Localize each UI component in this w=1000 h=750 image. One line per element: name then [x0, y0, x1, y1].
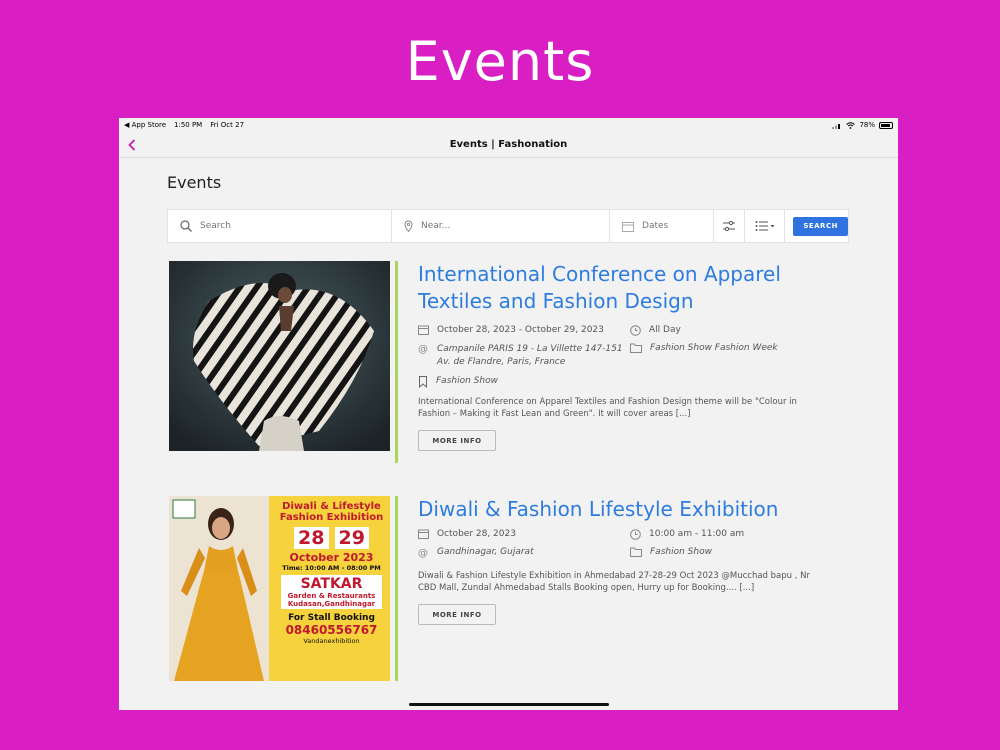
event-tag[interactable]: Fashion Show: [436, 376, 498, 386]
home-indicator[interactable]: [409, 703, 609, 706]
promo-title: Events: [405, 30, 595, 93]
near-field[interactable]: [392, 210, 611, 242]
svg-text:@: @: [418, 548, 428, 558]
at-sign-icon: @: [418, 548, 428, 558]
battery-icon: [879, 121, 893, 129]
poster-time: Time: 10:00 AM - 08:00 PM: [282, 564, 381, 572]
event-description: Diwali & Fashion Lifestyle Exhibition in…: [418, 571, 810, 593]
at-sign-icon: @: [418, 344, 428, 354]
search-icon: [180, 220, 192, 232]
poster-headline: Fashion Exhibition: [279, 512, 384, 523]
wifi-icon: [846, 121, 856, 129]
event-time: All Day: [649, 325, 681, 335]
search-field[interactable]: [168, 210, 392, 242]
chevron-left-icon: [128, 139, 136, 151]
clock-icon: [630, 325, 641, 336]
view-toggle-button[interactable]: [745, 210, 786, 242]
filters-button[interactable]: [714, 210, 746, 242]
page-heading: Events: [167, 173, 222, 192]
bookmark-icon: [419, 376, 427, 388]
event-accent-bar: [395, 496, 398, 681]
event-title[interactable]: International Conference on Apparel Text…: [418, 261, 838, 315]
poster-day: 29: [334, 527, 369, 549]
battery-percent: 78%: [859, 121, 875, 129]
event-title[interactable]: Diwali & Fashion Lifestyle Exhibition: [418, 496, 838, 523]
poster-text: Diwali & Lifestyle Fashion Exhibition 28…: [273, 496, 390, 645]
folder-icon: [630, 547, 642, 557]
event-search-bar: SEARCH: [167, 209, 849, 243]
poster-month: October 2023: [289, 551, 374, 564]
back-button[interactable]: [124, 136, 140, 154]
zebra-dress-photo: [169, 261, 390, 451]
calendar-icon: [418, 325, 429, 335]
nav-title: Events | Fashonation: [449, 139, 568, 150]
search-button[interactable]: SEARCH: [793, 216, 848, 236]
more-info-button[interactable]: MORE INFO: [418, 430, 496, 451]
search-input[interactable]: [200, 221, 350, 231]
poster-venue: SATKAR: [300, 576, 363, 592]
event-details: Diwali & Fashion Lifestyle Exhibition Oc…: [418, 496, 838, 625]
event-date: October 28, 2023 - October 29, 2023: [437, 325, 604, 335]
event-details: International Conference on Apparel Text…: [418, 261, 838, 451]
event-date: October 28, 2023: [437, 529, 516, 539]
poster-booking: For Stall Booking: [288, 613, 375, 623]
status-date: Fri Oct 27: [210, 121, 245, 129]
event-accent-bar: [395, 261, 398, 463]
dates-input[interactable]: [642, 221, 703, 231]
poster-phone: 08460556767: [285, 623, 378, 637]
svg-text:@: @: [418, 344, 428, 354]
event-image[interactable]: Diwali & Lifestyle Fashion Exhibition 28…: [169, 496, 390, 681]
status-bar: ◀ App Store 1:50 PM Fri Oct 27 78%: [119, 118, 898, 132]
poster-headline: Diwali & Lifestyle: [282, 501, 381, 512]
event-time: 10:00 am - 11:00 am: [649, 529, 745, 539]
status-time: 1:50 PM: [174, 121, 203, 129]
calendar-icon: [418, 529, 429, 539]
dates-field[interactable]: [610, 210, 714, 242]
signal-icon: [832, 123, 841, 129]
poster-venue: Garden & Restaurants: [287, 592, 376, 600]
calendar-icon: [622, 221, 635, 232]
exhibition-poster: Diwali & Lifestyle Fashion Exhibition 28…: [169, 496, 390, 681]
event-categories[interactable]: Fashion Show: [650, 547, 712, 557]
model-photo: [169, 496, 269, 681]
event-image[interactable]: [169, 261, 390, 451]
navigation-bar: Events | Fashonation: [119, 132, 898, 158]
location-pin-icon: [404, 220, 413, 232]
ipad-screen: ◀ App Store 1:50 PM Fri Oct 27 78% Event…: [119, 118, 898, 710]
back-to-app-store[interactable]: ◀ App Store: [124, 121, 166, 129]
event-card: Diwali & Lifestyle Fashion Exhibition 28…: [169, 496, 849, 686]
event-meta: October 28, 2023 10:00 am - 11:00 am @ G…: [418, 529, 838, 558]
event-categories[interactable]: Fashion Show Fashion Week: [650, 343, 778, 353]
list-view-icon: [755, 221, 775, 231]
near-input[interactable]: [421, 221, 571, 231]
poster-handle: Vandanexhibition: [303, 637, 360, 645]
clock-icon: [630, 529, 641, 540]
event-location[interactable]: Campanile PARIS 19 - La Villette 147-151…: [437, 343, 630, 369]
poster-venue: Kudasan,Gandhinagar: [287, 600, 376, 608]
event-card: International Conference on Apparel Text…: [169, 261, 849, 466]
sliders-icon: [723, 220, 736, 232]
more-info-button[interactable]: MORE INFO: [418, 604, 496, 625]
poster-day: 28: [294, 527, 329, 549]
event-description: International Conference on Apparel Text…: [418, 397, 797, 419]
event-location[interactable]: Gandhinagar, Gujarat: [437, 547, 534, 557]
folder-icon: [630, 343, 642, 353]
event-meta: October 28, 2023 - October 29, 2023 All …: [418, 325, 838, 388]
